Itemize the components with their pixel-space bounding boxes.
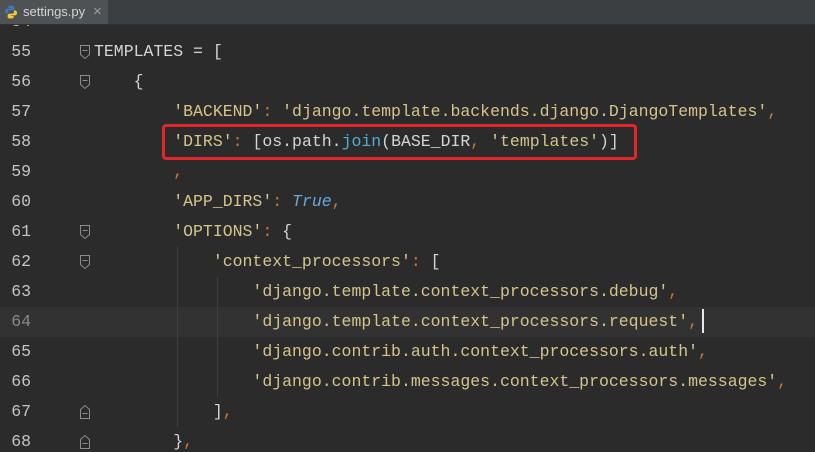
code-line[interactable]: 66 'django.contrib.messages.context_proc… (0, 367, 815, 397)
code-token: , (222, 402, 233, 421)
line-number: 55 (11, 42, 31, 61)
text-caret (702, 308, 705, 333)
fold-start-icon[interactable] (79, 254, 91, 270)
code-token: , (331, 192, 342, 211)
editor-tab-bar: settings.py × (0, 0, 815, 25)
line-number: 57 (11, 102, 31, 121)
code-token: [ (430, 252, 441, 271)
tab-settings-py[interactable]: settings.py × (0, 0, 108, 24)
code-text: , (94, 157, 183, 187)
indent-guide (217, 277, 218, 397)
code-token: : (272, 192, 293, 211)
line-number: 62 (11, 252, 31, 271)
code-line[interactable]: 55 TEMPLATES = [ (0, 37, 815, 67)
code-text: { (94, 67, 144, 97)
line-number: 63 (11, 282, 31, 301)
code-text: 'BACKEND': 'django.template.backends.dja… (94, 97, 777, 127)
indent-guide (177, 247, 178, 427)
fold-start-icon[interactable] (79, 74, 91, 90)
code-line[interactable]: 67 ], (0, 397, 815, 427)
line-number: 60 (11, 192, 31, 211)
code-text: 'django.template.context_processors.requ… (94, 307, 705, 337)
highlight-annotation-box (162, 124, 637, 160)
code-line[interactable]: 63 'django.template.context_processors.d… (0, 277, 815, 307)
ide-window: settings.py × 5455TEMPLATES = [56 {57 'B… (0, 0, 815, 452)
code-token: : (262, 222, 283, 241)
code-line[interactable]: 54 (0, 25, 815, 37)
code-line[interactable]: 61 'OPTIONS': { (0, 217, 815, 247)
code-text: 'django.contrib.messages.context_process… (94, 367, 787, 397)
code-token: , (777, 372, 788, 391)
line-number: 67 (11, 402, 31, 421)
code-token: True (292, 192, 332, 211)
tab-title: settings.py (23, 4, 86, 19)
line-number: 65 (11, 342, 31, 361)
code-line[interactable]: 60 'APP_DIRS': True, (0, 187, 815, 217)
line-number: 61 (11, 222, 31, 241)
close-icon[interactable]: × (93, 0, 102, 24)
line-number: 59 (11, 162, 31, 181)
code-token: 'django.template.backends.django.DjangoT… (282, 102, 768, 121)
code-token: , (698, 342, 708, 361)
code-token: 'django.contrib.messages.context_process… (94, 372, 778, 391)
code-text: 'APP_DIRS': True, (94, 187, 342, 217)
code-text: 'django.contrib.auth.context_processors.… (94, 337, 708, 367)
code-token: 'django.template.context_processors.requ… (94, 312, 689, 331)
line-number: 66 (11, 372, 31, 391)
code-token: 'django.contrib.auth.context_processors.… (94, 342, 698, 361)
line-number: 56 (11, 72, 31, 91)
fold-end-icon[interactable] (79, 404, 91, 420)
code-text: 'OPTIONS': { (94, 217, 292, 247)
code-line[interactable]: 65 'django.contrib.auth.context_processo… (0, 337, 815, 367)
python-file-icon (4, 5, 18, 19)
line-number: 68 (11, 432, 31, 451)
code-text: ], (94, 397, 233, 427)
code-token: 'APP_DIRS' (94, 192, 273, 211)
code-token: } (94, 432, 184, 451)
code-line[interactable]: 68 }, (0, 427, 815, 452)
code-token: { (282, 222, 293, 241)
code-lines: 5455TEMPLATES = [56 {57 'BACKEND': 'djan… (0, 25, 815, 452)
code-token: TEMPLATES = [ (94, 42, 223, 61)
code-token: , (668, 282, 679, 301)
fold-end-icon[interactable] (79, 434, 91, 450)
line-number: 64 (11, 312, 31, 331)
code-line[interactable]: 62 'context_processors': [ (0, 247, 815, 277)
code-token: ] (94, 402, 223, 421)
code-text: }, (94, 427, 193, 452)
code-token: , (183, 432, 194, 451)
code-text: 'django.template.context_processors.debu… (94, 277, 678, 307)
code-token: : (410, 252, 431, 271)
code-token: 'BACKEND' (94, 102, 263, 121)
line-number: 58 (11, 132, 31, 151)
code-token: , (688, 312, 699, 331)
code-token: 'context_processors' (94, 252, 411, 271)
line-number: 54 (0, 25, 31, 37)
code-token: , (767, 102, 778, 121)
code-line[interactable]: 59 , (0, 157, 815, 187)
fold-start-icon[interactable] (79, 224, 91, 240)
code-text: TEMPLATES = [ (94, 37, 223, 67)
code-token: , (94, 162, 184, 181)
code-editor[interactable]: 5455TEMPLATES = [56 {57 'BACKEND': 'djan… (0, 25, 815, 452)
fold-start-icon[interactable] (79, 44, 91, 60)
code-token: : (262, 102, 283, 121)
code-line[interactable]: 56 { (0, 67, 815, 97)
code-token: { (94, 72, 144, 91)
code-token: 'django.template.context_processors.debu… (94, 282, 669, 301)
code-text: 'context_processors': [ (94, 247, 441, 277)
code-token: 'OPTIONS' (94, 222, 263, 241)
code-line[interactable]: 64 'django.template.context_processors.r… (0, 307, 815, 337)
code-line[interactable]: 57 'BACKEND': 'django.template.backends.… (0, 97, 815, 127)
